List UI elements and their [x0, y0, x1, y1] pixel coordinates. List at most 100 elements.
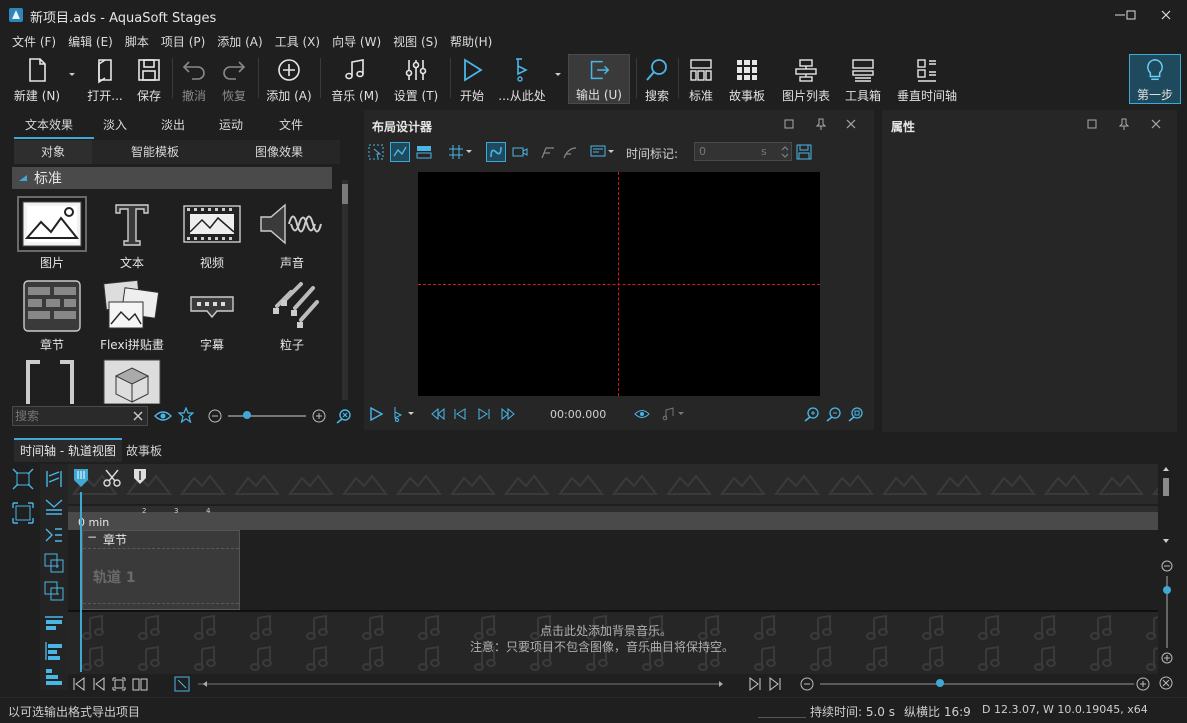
- playhead[interactable]: [80, 492, 82, 672]
- time-spinner-icon[interactable]: [781, 145, 789, 159]
- next-item-icon[interactable]: [748, 677, 762, 691]
- scroll-right-arrow-icon[interactable]: [718, 680, 724, 688]
- vertical-zoom-in-icon[interactable]: [1161, 652, 1173, 664]
- marker-flag-icon[interactable]: [132, 468, 148, 486]
- motion-path-tool[interactable]: [390, 142, 410, 162]
- scissors-icon[interactable]: [102, 468, 122, 488]
- scroll-up-icon[interactable]: [1162, 466, 1170, 472]
- toolbox-button[interactable]: 工具箱: [840, 54, 886, 104]
- previous-item-icon[interactable]: [92, 677, 106, 691]
- search-button[interactable]: 搜索: [640, 54, 674, 104]
- horizontal-scrollbar-track[interactable]: [198, 683, 722, 685]
- tab-fade-out[interactable]: 淡出: [144, 116, 202, 136]
- picture-list-button[interactable]: 图片列表: [778, 54, 834, 104]
- export-button[interactable]: 输出 (U): [568, 54, 630, 104]
- tab-motion[interactable]: 运动: [202, 116, 260, 136]
- timeline-vertical-scrollbar[interactable]: [1160, 464, 1172, 544]
- library-item-caption[interactable]: 字幕: [172, 278, 252, 360]
- undo-button[interactable]: 撤消: [176, 54, 212, 104]
- add-track-icon[interactable]: [43, 552, 65, 574]
- library-item-chapter[interactable]: 章节: [12, 278, 92, 360]
- close-button[interactable]: [1143, 0, 1187, 30]
- save-button[interactable]: 保存: [130, 54, 168, 104]
- clear-search-icon[interactable]: [132, 410, 144, 422]
- camera-tool[interactable]: [510, 142, 530, 162]
- insert-marker-icon[interactable]: [43, 496, 65, 518]
- play-mode-dropdown-icon[interactable]: [406, 404, 416, 424]
- library-item-sound[interactable]: 声音: [252, 196, 332, 278]
- chapter-collapse-icon[interactable]: −: [87, 530, 97, 544]
- step-back-icon[interactable]: [450, 404, 470, 424]
- menu-help[interactable]: 帮助(H): [444, 33, 498, 50]
- new-dropdown-arrow-icon[interactable]: [68, 72, 76, 78]
- tab-objects[interactable]: 对象: [14, 140, 92, 164]
- library-item-frame-partial[interactable]: [18, 358, 82, 404]
- storyboard-view-button[interactable]: 故事板: [724, 54, 770, 104]
- preview-visibility-icon[interactable]: [632, 404, 652, 424]
- chapter-header[interactable]: − 章节: [83, 530, 239, 547]
- menu-wizard[interactable]: 向导 (W): [326, 33, 387, 50]
- horizontal-scroll-left-icon[interactable]: [174, 676, 190, 692]
- preview-zoom-out-icon[interactable]: [824, 404, 844, 424]
- start-button[interactable]: 开始: [454, 54, 490, 104]
- menu-project[interactable]: 项目 (P): [155, 33, 211, 50]
- panel-pin-icon[interactable]: [816, 118, 826, 130]
- expand-timeline-icon[interactable]: [12, 502, 34, 524]
- chapter-block[interactable]: − 章节 轨道 1: [82, 530, 240, 610]
- panel-close-icon[interactable]: [846, 119, 856, 129]
- grid-tool[interactable]: [446, 142, 466, 162]
- tab-smart-templates[interactable]: 智能模板: [92, 140, 218, 164]
- tab-storyboard[interactable]: 故事板: [126, 440, 162, 462]
- display-options-dropdown-icon[interactable]: [606, 142, 616, 162]
- menu-file[interactable]: 文件 (F): [6, 33, 62, 50]
- menu-edit[interactable]: 编辑 (E): [62, 33, 119, 50]
- library-item-text[interactable]: 文本: [92, 196, 172, 278]
- timeline-marker-strip[interactable]: [68, 464, 1158, 504]
- step-forward-icon[interactable]: [474, 404, 494, 424]
- menu-view[interactable]: 视图 (S): [387, 33, 444, 50]
- eye-icon[interactable]: [154, 408, 172, 424]
- grid-dropdown-icon[interactable]: [464, 142, 474, 162]
- fit-timeline-icon[interactable]: [12, 468, 34, 490]
- tab-text-effects[interactable]: 文本效果: [12, 116, 86, 136]
- panel-close-icon[interactable]: [1151, 119, 1161, 129]
- align-top-icon[interactable]: [43, 614, 65, 636]
- keyframe-add-tool[interactable]: [538, 142, 558, 162]
- vertical-timeline-button[interactable]: 垂直时间轴: [894, 54, 960, 104]
- tab-image-effects[interactable]: 图像效果: [218, 140, 340, 164]
- horizontal-zoom-out-icon[interactable]: [800, 677, 814, 691]
- horizontal-zoom-handle[interactable]: [936, 679, 944, 687]
- play-dropdown-arrow-icon[interactable]: [554, 72, 562, 78]
- redo-button[interactable]: 恢复: [216, 54, 252, 104]
- library-item-particle[interactable]: 粒子: [252, 278, 332, 360]
- add-button[interactable]: 添加 (A): [262, 54, 316, 104]
- timeline-zoom-reset-icon[interactable]: [1158, 675, 1174, 691]
- panel-maximize-icon[interactable]: [784, 119, 794, 129]
- library-scrollbar[interactable]: [342, 180, 348, 400]
- audio-options-icon[interactable]: [658, 404, 678, 424]
- time-marker-input[interactable]: 0 s: [694, 142, 792, 161]
- go-to-end-icon[interactable]: [768, 677, 782, 691]
- book-view-icon[interactable]: [132, 677, 148, 691]
- preview-canvas[interactable]: [418, 172, 820, 396]
- align-tool[interactable]: [414, 142, 434, 162]
- library-search-input[interactable]: [13, 407, 129, 425]
- background-music-track[interactable]: 点击此处添加背景音乐。 注意：只要项目不包含图像，音乐曲目将保持空。: [68, 612, 1158, 674]
- fast-forward-icon[interactable]: [498, 404, 518, 424]
- scroll-left-arrow-icon[interactable]: [202, 680, 208, 688]
- horizontal-zoom-slider[interactable]: [820, 683, 1134, 685]
- keyframe-curve-tool[interactable]: [560, 142, 580, 162]
- panel-maximize-icon[interactable]: [1087, 119, 1097, 129]
- menu-add[interactable]: 添加 (A): [211, 33, 268, 50]
- align-left-icon[interactable]: [43, 640, 65, 662]
- section-header-standard[interactable]: 标准: [12, 167, 332, 189]
- zoom-out-icon[interactable]: [208, 409, 222, 423]
- scroll-down-icon[interactable]: [1162, 538, 1170, 544]
- menu-tools[interactable]: 工具 (X): [269, 33, 326, 50]
- new-button[interactable]: 新建 (N): [8, 54, 66, 104]
- panel-pin-icon[interactable]: [1119, 118, 1129, 130]
- align-distribute-icon[interactable]: [43, 666, 65, 688]
- settings-button[interactable]: 设置 (T): [388, 54, 444, 104]
- zoom-in-icon[interactable]: [312, 409, 326, 423]
- vertical-zoom-out-icon[interactable]: [1161, 560, 1173, 572]
